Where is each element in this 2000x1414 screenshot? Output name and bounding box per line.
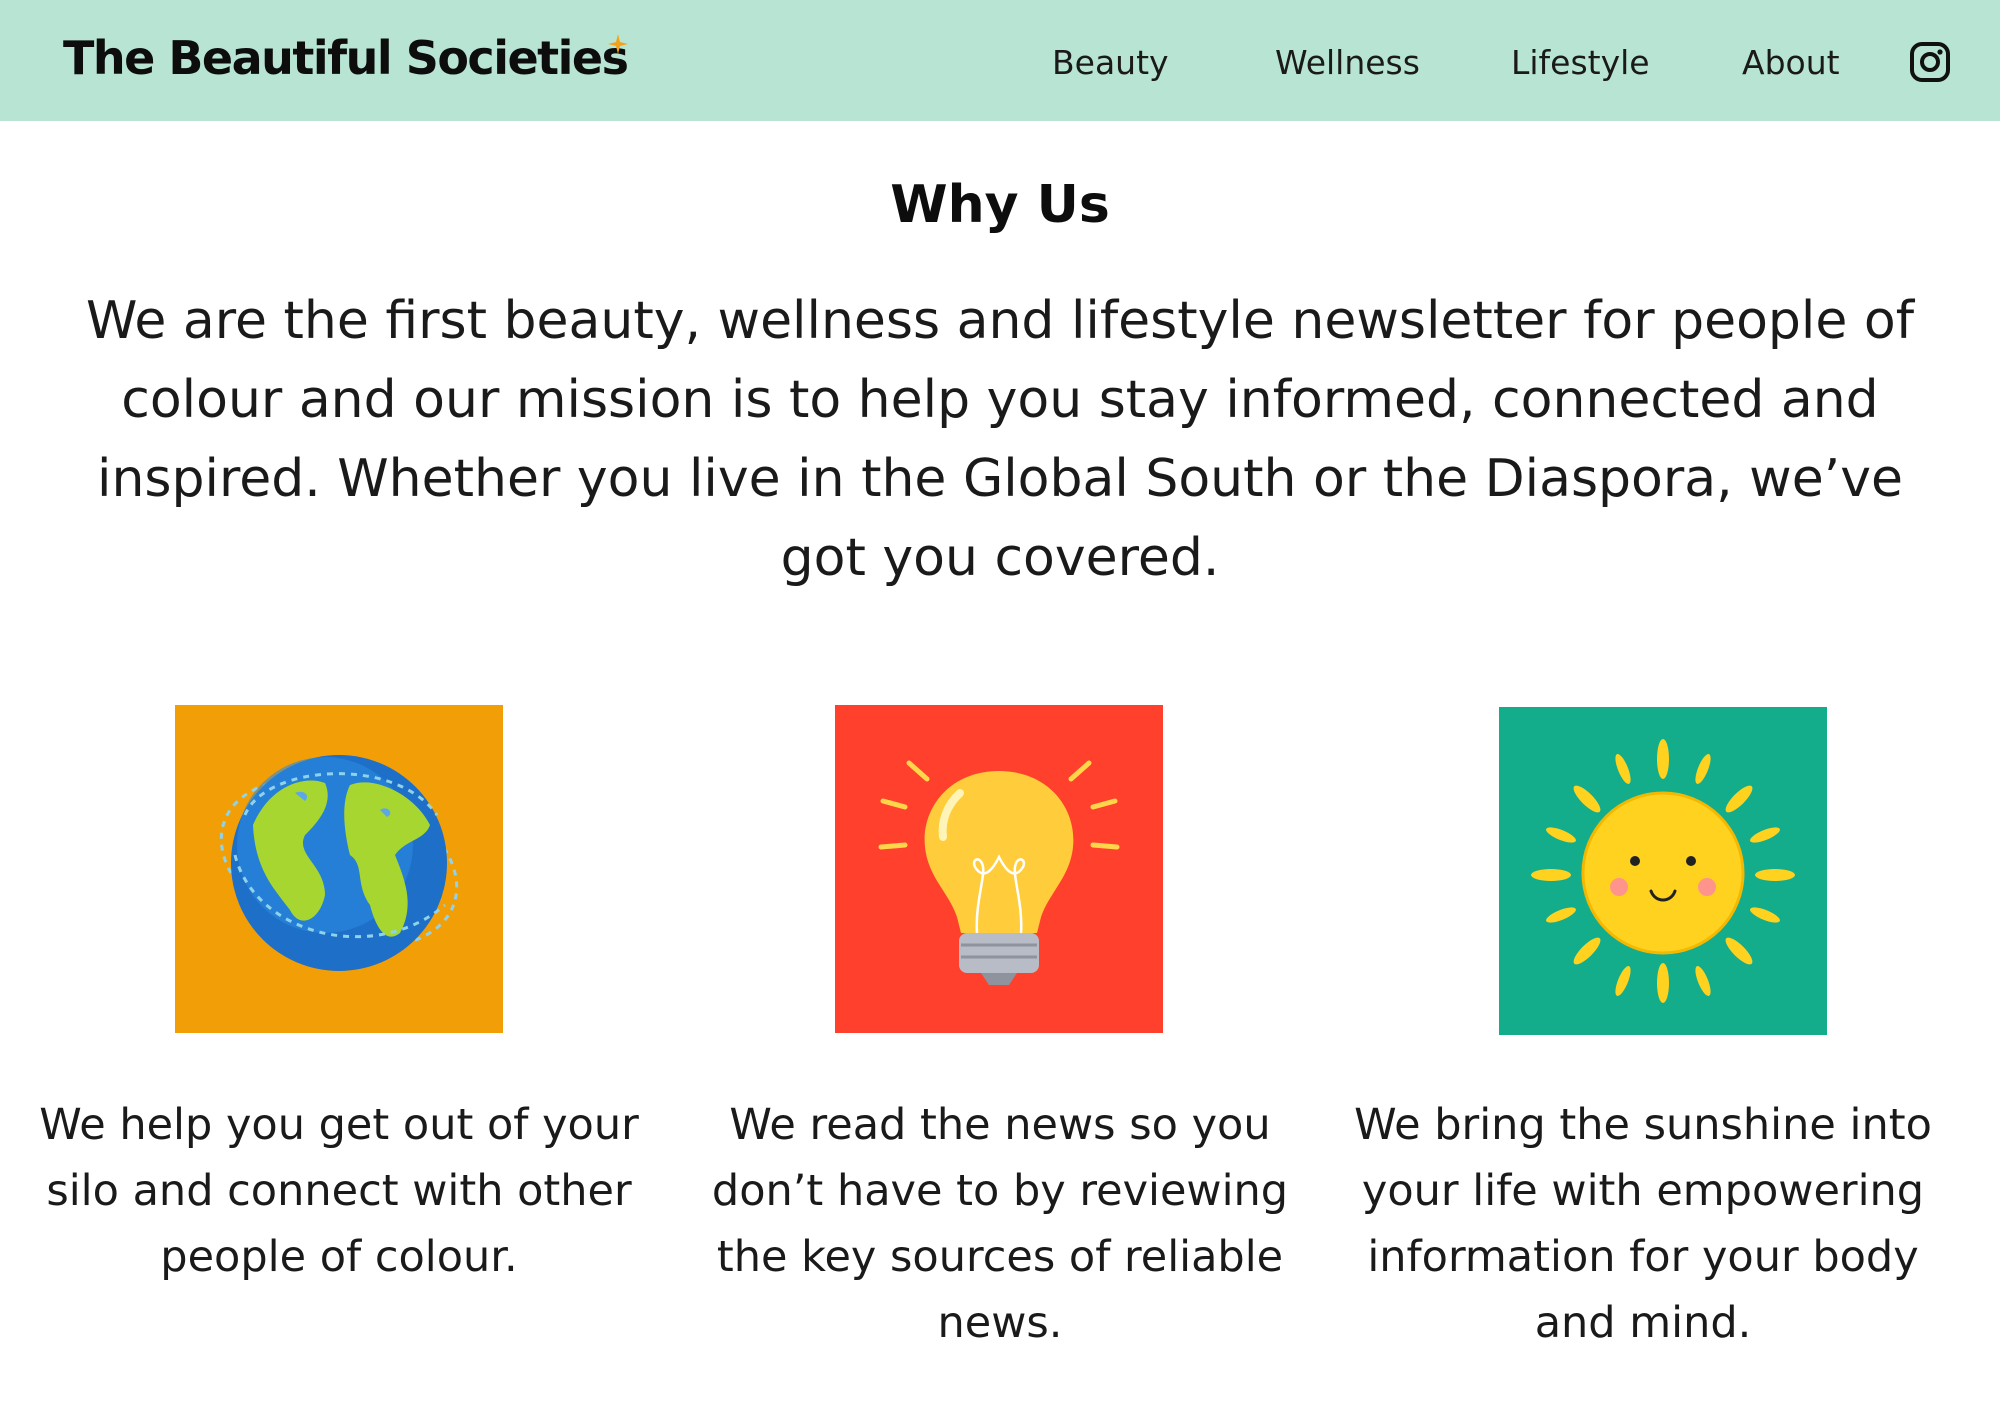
sparkle-icon <box>608 34 628 54</box>
feature-text-connect: We help you get out of your silo and con… <box>39 1100 639 1282</box>
sun-tile <box>1499 707 1827 1035</box>
intro-paragraph: We are the first beauty, wellness and li… <box>85 291 1915 588</box>
globe-icon <box>175 705 503 1033</box>
section-title: Why Us <box>890 175 1110 235</box>
lightbulb-tile <box>835 705 1163 1033</box>
globe-tile <box>175 705 503 1033</box>
site-header: The Beautiful Societies Beauty Wellness … <box>0 0 2000 121</box>
feature-text-news: We read the news so you don’t have to by… <box>711 1100 1289 1348</box>
sun-icon <box>1499 707 1827 1035</box>
feature-text-sunshine: We bring the sunshine into your life wit… <box>1354 1100 1932 1348</box>
lightbulb-icon <box>835 705 1163 1033</box>
nav-link-beauty[interactable]: Beauty <box>1052 41 1169 85</box>
brand-logo[interactable]: The Beautiful Societies <box>63 30 629 86</box>
nav-link-wellness[interactable]: Wellness <box>1275 41 1420 85</box>
instagram-icon[interactable] <box>1909 41 1951 83</box>
nav-link-lifestyle[interactable]: Lifestyle <box>1511 41 1650 85</box>
nav-link-about[interactable]: About <box>1742 41 1840 85</box>
